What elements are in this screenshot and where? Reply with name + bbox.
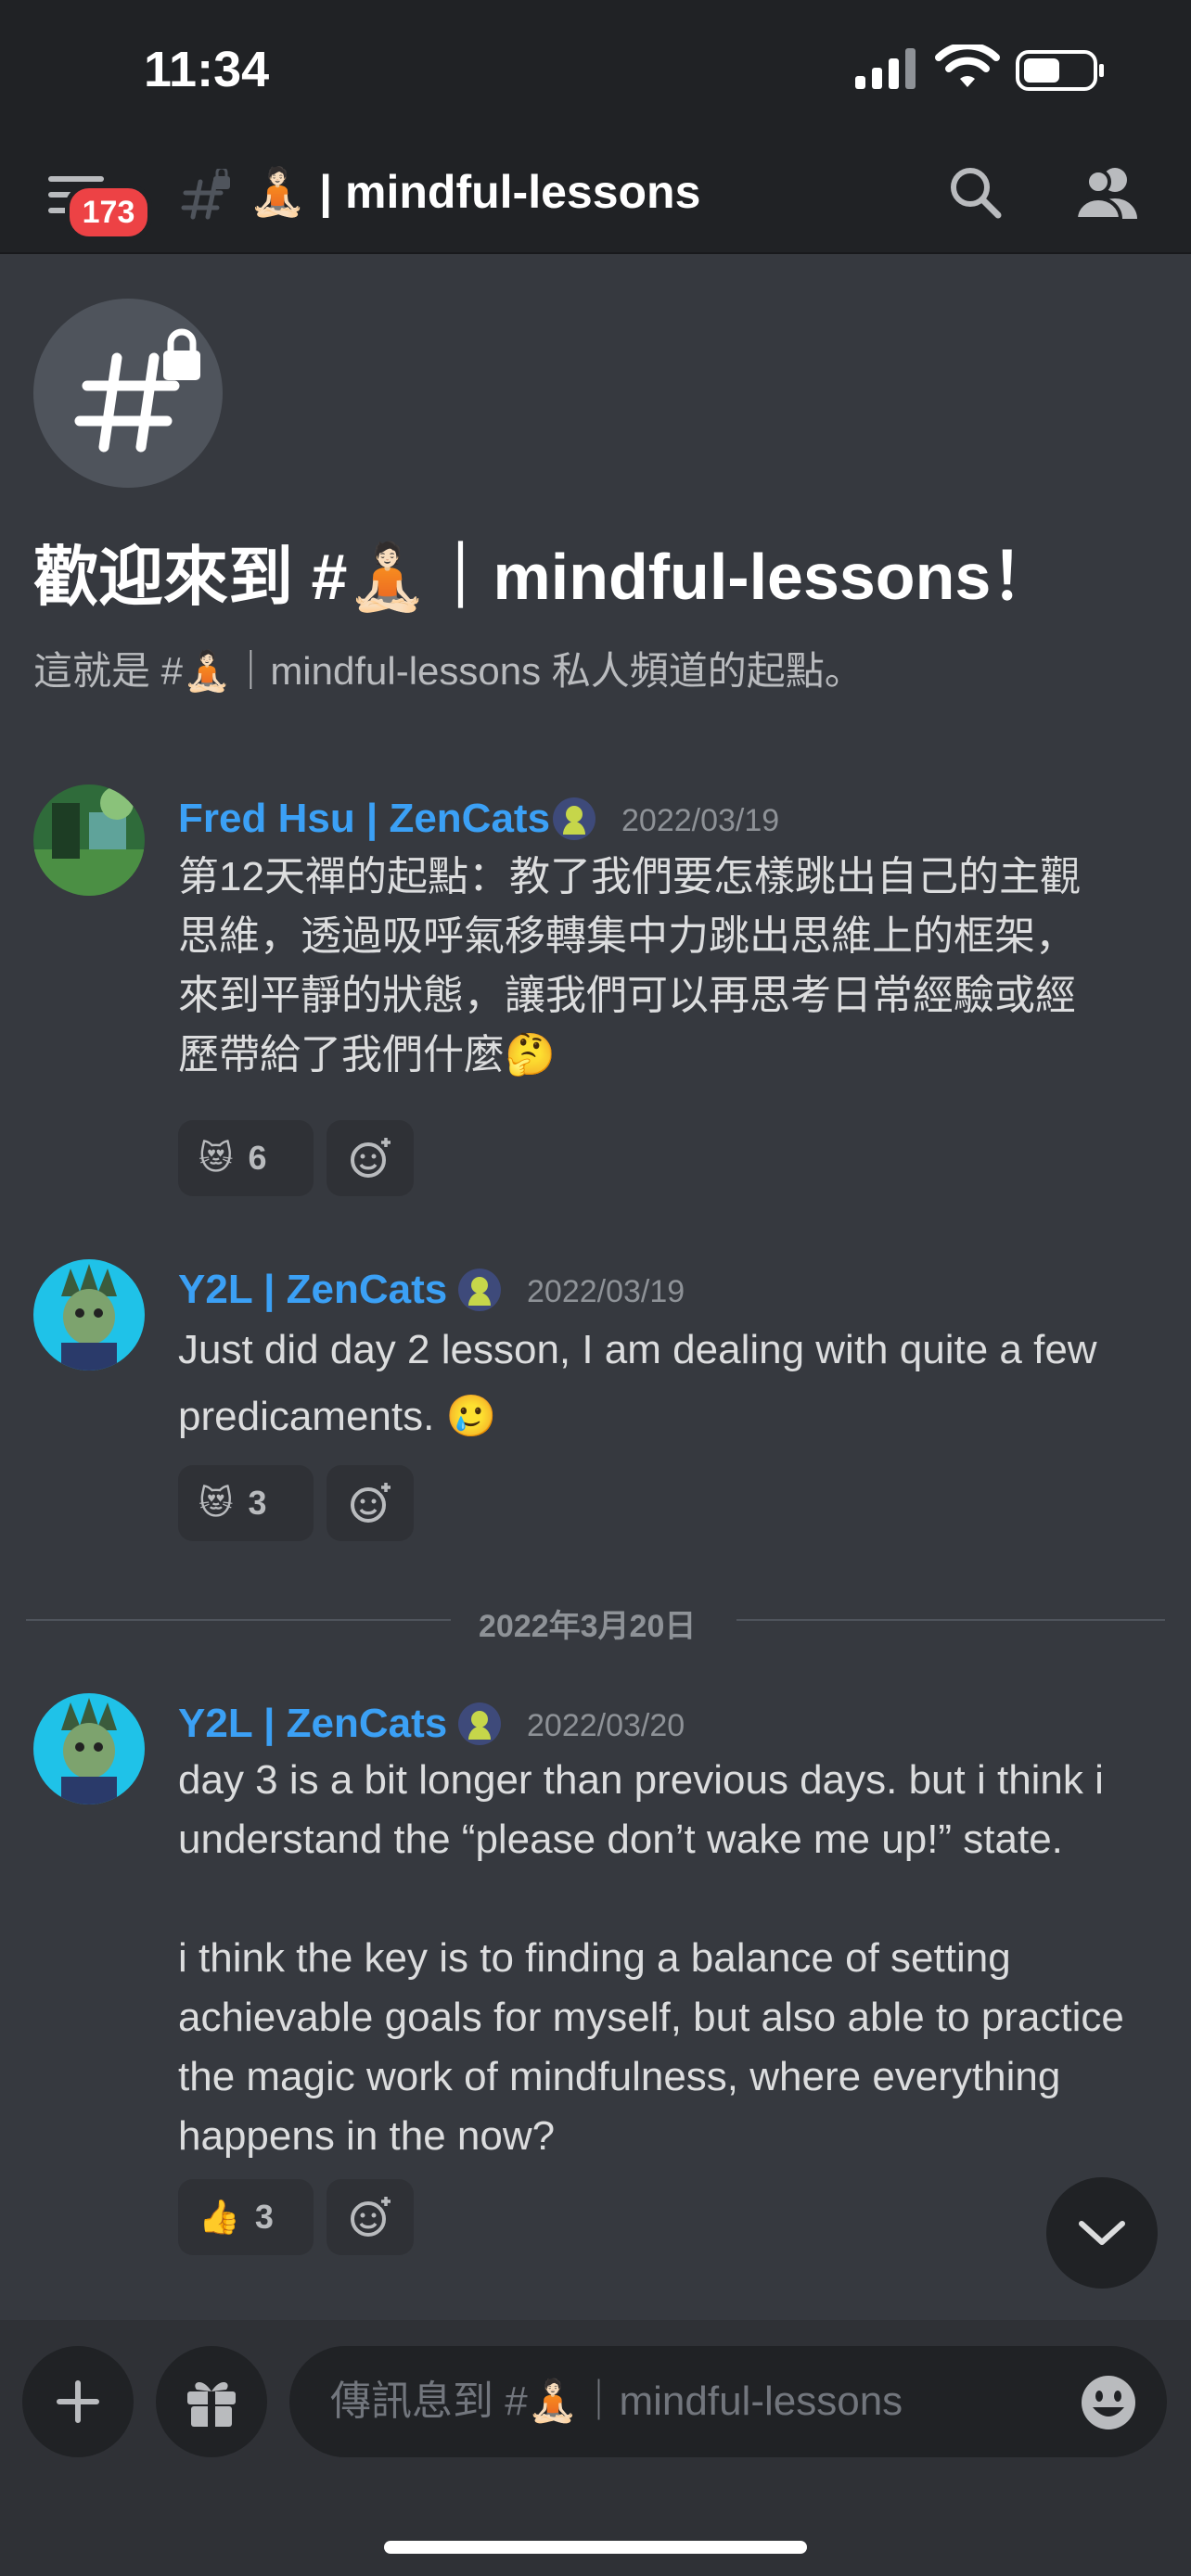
message-author[interactable]: Y2L | ZenCats — [178, 1701, 447, 1747]
date-divider-line — [26, 1619, 451, 1621]
chevron-down-icon — [1079, 2221, 1125, 2245]
message-timestamp: 2022/03/20 — [527, 1708, 685, 1743]
message-line: 第12天禪的起點：教了我們要怎樣跳出自己的主觀 — [178, 854, 1081, 899]
add-attachment-button[interactable] — [22, 2346, 134, 2457]
date-divider: 2022年3月20日 — [479, 1609, 697, 1644]
members-icon[interactable] — [1074, 163, 1139, 221]
plus-icon — [57, 2380, 99, 2423]
message-timestamp: 2022/03/19 — [621, 803, 780, 838]
status-time: 11:34 — [144, 42, 270, 97]
locked-channel-icon — [181, 169, 230, 220]
avatar[interactable] — [33, 1693, 145, 1804]
gift-button[interactable] — [156, 2346, 267, 2457]
message-line: 思維，透過吸呼氣移轉集中力跳出思維上的框架， — [178, 913, 1076, 959]
avatar[interactable] — [33, 784, 145, 896]
channel-welcome-icon — [33, 299, 223, 488]
message-line: achievable goals for myself, but also ab… — [178, 1995, 1124, 2040]
add-reaction-button[interactable] — [327, 1465, 414, 1541]
add-reaction-button[interactable] — [327, 2179, 414, 2255]
cellular-signal-icon — [855, 48, 916, 89]
search-icon[interactable] — [946, 163, 1004, 221]
message-line: understand the “please don’t wake me up!… — [178, 1817, 1063, 1862]
add-reaction-icon — [351, 1482, 391, 1523]
message-author[interactable]: Fred Hsu | ZenCats — [178, 796, 550, 842]
reaction-count: 6 — [248, 1139, 267, 1177]
reaction-emoji: 😻 — [198, 1139, 234, 1177]
role-icon — [458, 1702, 501, 1745]
add-reaction-button[interactable] — [327, 1120, 414, 1196]
message-line: day 3 is a bit longer than previous days… — [178, 1757, 1104, 1803]
jump-to-bottom-button[interactable] — [1046, 2177, 1158, 2289]
role-icon — [458, 1269, 501, 1311]
emoji-icon[interactable] — [1080, 2374, 1137, 2431]
add-reaction-icon — [351, 1137, 391, 1178]
message-line: predicaments. 🥲 — [178, 1394, 497, 1439]
reaction-emoji: 😻 — [198, 1484, 234, 1522]
message-line: 來到平靜的狀態，讓我們可以再思考日常經驗或經 — [178, 973, 1076, 1018]
message-timestamp: 2022/03/19 — [527, 1274, 685, 1309]
add-reaction-icon — [351, 2196, 391, 2237]
reaction-pill[interactable]: 😻 6 — [178, 1120, 314, 1196]
date-divider-line — [736, 1619, 1165, 1621]
home-indicator[interactable] — [384, 2541, 807, 2554]
reaction-emoji: 👍 — [198, 2198, 240, 2236]
notification-badge: 173 — [65, 184, 152, 241]
message-input[interactable]: 傳訊息到 #🧘🏻｜mindful-lessons — [289, 2346, 1167, 2457]
message-line: the magic work of mindfulness, where eve… — [178, 2054, 1061, 2099]
battery-icon — [1016, 50, 1104, 91]
message-body: 第12天禪的起點：教了我們要怎樣跳出自己的主觀 思維，透過吸呼氣移轉集中力跳出思… — [178, 848, 1171, 1085]
reaction-pill[interactable]: 👍 3 — [178, 2179, 314, 2255]
channel-title[interactable]: 🧘🏻 | mindful-lessons — [249, 165, 700, 220]
message-line: happens in the now? — [178, 2113, 556, 2159]
reaction-count: 3 — [254, 2198, 274, 2236]
welcome-subtitle: 這就是 #🧘🏻｜mindful-lessons 私人頻道的起點。 — [33, 649, 864, 693]
gift-icon — [187, 2381, 236, 2427]
message-line: Just did day 2 lesson, I am dealing with… — [178, 1327, 1097, 1372]
avatar[interactable] — [33, 1259, 145, 1371]
wifi-icon — [935, 45, 1000, 87]
message-line: i think the key is to finding a balance … — [178, 1935, 1011, 1981]
welcome-title: 歡迎來到 #🧘🏻｜mindful-lessons！ — [33, 541, 1057, 613]
reaction-count: 3 — [248, 1484, 267, 1522]
message-body: day 3 is a bit longer than previous days… — [178, 1751, 1171, 2166]
locked-hash-icon — [74, 328, 200, 453]
message-line: 歷帶給了我們什麼🤔 — [178, 1032, 556, 1078]
message-body: Just did day 2 lesson, I am dealing with… — [178, 1317, 1171, 1450]
reaction-pill[interactable]: 😻 3 — [178, 1465, 314, 1541]
role-icon — [553, 797, 596, 840]
message-author[interactable]: Y2L | ZenCats — [178, 1267, 447, 1313]
